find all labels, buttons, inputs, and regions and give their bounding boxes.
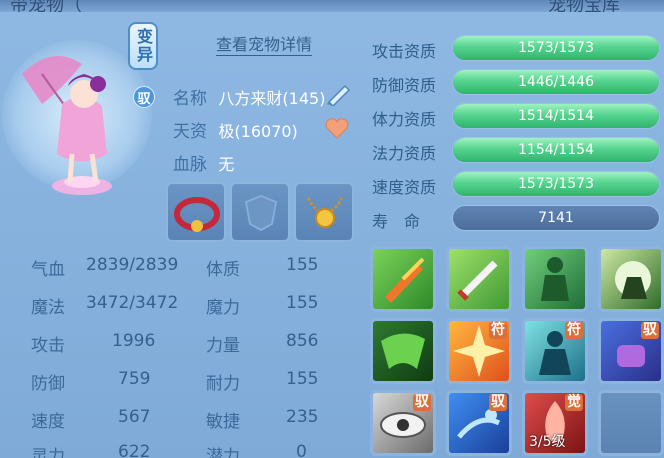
stat-value: 155 <box>286 255 319 275</box>
top-title-bar: 带宠物（ 宠物宝库 <box>0 0 664 12</box>
stat-label: 灵力 <box>31 447 65 458</box>
stat-label: 魔法 <box>31 298 65 318</box>
red-collar-icon <box>174 197 220 232</box>
stat-value: 0 <box>296 442 307 458</box>
skill-slot[interactable]: 觉 3/5级 <box>522 390 588 456</box>
skill-slot[interactable]: 驭 <box>446 390 512 456</box>
green-claw-icon <box>381 333 425 369</box>
flaming-sword-icon <box>385 257 425 303</box>
equip-slot-necklace[interactable] <box>294 182 354 242</box>
stat-label: 敏捷 <box>206 412 240 432</box>
yu-badge: 驭 <box>133 86 155 108</box>
aptitude-value: 1514/1514 <box>518 108 594 124</box>
stat-value: 155 <box>286 369 319 389</box>
title-left: 带宠物（ <box>10 0 82 12</box>
skill-slot[interactable]: 符 <box>522 318 588 384</box>
stat-label: 耐力 <box>206 374 240 394</box>
sword-strike-icon <box>457 260 498 301</box>
stat-value: 759 <box>118 369 151 389</box>
skill-slot[interactable] <box>370 246 436 312</box>
talent-value: 极(16070) <box>218 122 298 141</box>
skill-slot[interactable] <box>370 318 436 384</box>
life-bar: 7141 <box>452 205 660 231</box>
view-pet-details-link[interactable]: 查看宠物详情 <box>216 35 313 56</box>
skill-slot[interactable]: 驭 <box>370 390 436 456</box>
name-row: 名称 八方来财(145) <box>173 84 325 109</box>
name-label: 名称 <box>173 89 207 109</box>
aptitude-value: 1446/1446 <box>518 74 594 90</box>
skill-badge: 驭 <box>489 394 507 411</box>
name-value: 八方来财(145) <box>218 89 326 108</box>
aptitude-value: 1573/1573 <box>518 40 594 56</box>
title-right: 宠物宝库 <box>548 0 620 12</box>
skill-badge: 符 <box>565 322 583 339</box>
stat-label: 攻击 <box>31 336 65 356</box>
green-figure-icon <box>541 257 569 301</box>
equip-slot-collar[interactable] <box>166 182 226 242</box>
stat-value: 622 <box>118 442 151 458</box>
empty-armor-slot-icon <box>244 194 278 232</box>
aptitude-bar: 1573/1573 <box>452 35 660 61</box>
life-value: 7141 <box>538 210 574 226</box>
aptitude-label: 速度资质 <box>372 178 437 197</box>
shield-warrior-icon <box>615 261 651 299</box>
rename-pen-icon[interactable] <box>323 82 353 106</box>
aptitude-label: 防御资质 <box>372 76 437 95</box>
skill-slot[interactable] <box>522 246 588 312</box>
skill-slot[interactable]: 驭 <box>598 318 664 384</box>
life-label: 寿 命 <box>372 212 421 231</box>
skill-slot[interactable]: 符 <box>446 318 512 384</box>
stat-value: 567 <box>118 407 151 427</box>
stat-label: 体质 <box>206 260 240 280</box>
equip-slot-armor[interactable] <box>230 182 290 242</box>
skill-slot-empty[interactable] <box>598 390 664 456</box>
bloodline-label: 血脉 <box>173 155 207 175</box>
stat-value: 2839/2839 <box>86 255 179 275</box>
aptitude-bar: 1514/1514 <box>452 103 660 129</box>
aptitude-label: 体力资质 <box>372 110 437 129</box>
skill-badge: 驭 <box>641 322 659 339</box>
stat-label: 魔力 <box>206 298 240 318</box>
aptitude-label: 攻击资质 <box>372 42 437 61</box>
gold-necklace-icon <box>306 197 344 228</box>
stat-value: 3472/3472 <box>86 293 179 313</box>
bloodline-row: 血脉 无 <box>173 150 234 175</box>
aptitude-label: 法力资质 <box>372 144 437 163</box>
talent-row: 天资 极(16070) <box>173 117 298 142</box>
talent-label: 天资 <box>173 122 207 142</box>
bloodline-value: 无 <box>218 155 235 174</box>
aptitude-value: 1573/1573 <box>518 176 594 192</box>
stat-label: 力量 <box>206 336 240 356</box>
skill-level: 3/5级 <box>529 434 566 450</box>
stat-label: 速度 <box>31 412 65 432</box>
stat-label: 防御 <box>31 374 65 394</box>
stat-value: 155 <box>286 293 319 313</box>
aptitude-bar: 1446/1446 <box>452 69 660 95</box>
skill-slot[interactable] <box>446 246 512 312</box>
stat-value: 856 <box>286 331 319 351</box>
mutate-badge: 变异 <box>128 22 158 70</box>
skill-slot[interactable] <box>598 246 664 312</box>
aptitude-bar: 1154/1154 <box>452 137 660 163</box>
aptitude-value: 1154/1154 <box>518 142 594 158</box>
stat-value: 235 <box>286 407 319 427</box>
skill-badge: 觉 <box>565 394 583 411</box>
skill-badge: 驭 <box>413 394 431 411</box>
heart-icon[interactable] <box>325 117 349 139</box>
skill-badge: 符 <box>489 322 507 339</box>
stat-label: 气血 <box>31 260 65 280</box>
stat-value: 1996 <box>112 331 156 351</box>
stat-label: 潜力 <box>206 447 240 458</box>
aptitude-bar: 1573/1573 <box>452 171 660 197</box>
